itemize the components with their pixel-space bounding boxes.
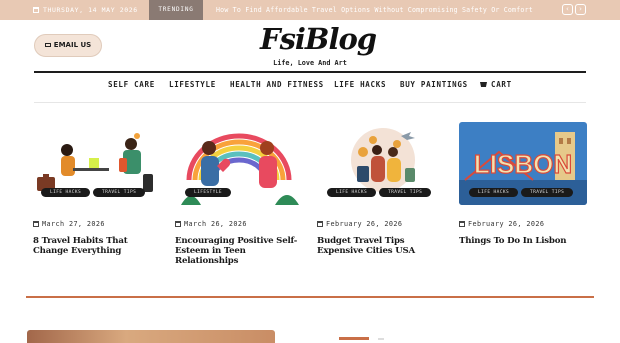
nav-divider: [34, 102, 586, 103]
nav-item-lifestyle[interactable]: LIFESTYLE: [169, 80, 216, 89]
nav-item-buy-paintings[interactable]: BUY PAINTINGS: [400, 80, 468, 89]
current-date: THURSDAY, 14 MAY 2026: [33, 0, 138, 20]
post-title[interactable]: 8 Travel Habits That Change Everything: [33, 236, 161, 256]
ticker-next-button[interactable]: ›: [575, 4, 586, 15]
post-tag[interactable]: LIFE HACKS: [469, 188, 519, 197]
current-date-text: THURSDAY, 14 MAY 2026: [43, 6, 138, 14]
post-title[interactable]: Encouraging Positive Self-Esteem in Teen…: [175, 236, 303, 266]
nav-item-self-care[interactable]: SELF CARE: [108, 80, 155, 89]
post-title[interactable]: Budget Travel Tips Expensive Cities USA: [317, 236, 445, 256]
main-nav: SELF CARE LIFESTYLE HEALTH AND FITNESS L…: [0, 80, 620, 94]
site-tagline: Life, Love And Art: [273, 59, 347, 67]
post-date: February 26, 2026: [459, 220, 587, 228]
post-thumbnail[interactable]: LIFE HACKS TRAVEL TIPS: [317, 122, 445, 205]
post-date: March 27, 2026: [33, 220, 161, 228]
post-thumbnail[interactable]: LIFE HACKS TRAVEL TIPS: [33, 122, 161, 205]
featured-image-partial[interactable]: [27, 330, 275, 343]
lisbon-sign-text: LISBON: [474, 149, 572, 179]
nav-item-cart[interactable]: CART: [480, 80, 512, 89]
post-thumbnail[interactable]: LISBON LIFE HACKS TRAVEL TIPS: [459, 122, 587, 205]
post-thumbnail[interactable]: LIFESTYLE: [175, 122, 303, 205]
calendar-icon: [33, 7, 39, 13]
post-tag[interactable]: TRAVEL TIPS: [379, 188, 432, 197]
section-heading-line: [378, 338, 384, 340]
ticker-prev-button[interactable]: ‹: [562, 4, 573, 15]
post-card[interactable]: LIFE HACKS TRAVEL TIPS March 27, 2026 8 …: [33, 122, 161, 256]
top-bar: THURSDAY, 14 MAY 2026 TRENDING How To Fi…: [0, 0, 620, 20]
calendar-icon: [33, 221, 39, 227]
mail-icon: [44, 43, 51, 47]
post-date-text: February 26, 2026: [326, 220, 403, 228]
post-tag[interactable]: LIFE HACKS: [327, 188, 377, 197]
post-date: February 26, 2026: [317, 220, 445, 228]
post-title[interactable]: Things To Do In Lisbon: [459, 236, 587, 246]
post-tag[interactable]: TRAVEL TIPS: [93, 188, 146, 197]
trending-label: TRENDING: [149, 0, 203, 20]
nav-item-health-and-fitness[interactable]: HEALTH AND FITNESS: [230, 80, 324, 89]
calendar-icon: [459, 221, 465, 227]
post-card[interactable]: LIFE HACKS TRAVEL TIPS February 26, 2026…: [317, 122, 445, 256]
trending-headline[interactable]: How To Find Affordable Travel Options Wi…: [216, 0, 533, 20]
header-divider: [34, 71, 586, 73]
email-us-label: EMAIL US: [53, 41, 92, 49]
nav-item-life-hacks[interactable]: LIFE HACKS: [334, 80, 386, 89]
calendar-icon: [175, 221, 181, 227]
post-tag[interactable]: TRAVEL TIPS: [521, 188, 574, 197]
site-logo[interactable]: FsiBlog: [260, 22, 377, 56]
cart-label: CART: [491, 80, 512, 89]
post-date-text: March 27, 2026: [42, 220, 105, 228]
email-us-button[interactable]: EMAIL US: [34, 34, 102, 57]
section-divider: [26, 296, 594, 298]
post-tag[interactable]: LIFE HACKS: [41, 188, 91, 197]
post-tag[interactable]: LIFESTYLE: [185, 188, 231, 197]
section-heading-accent: [339, 337, 369, 340]
post-date-text: March 26, 2026: [184, 220, 247, 228]
post-card[interactable]: LIFESTYLE March 26, 2026 Encouraging Pos…: [175, 122, 303, 266]
post-card[interactable]: LISBON LIFE HACKS TRAVEL TIPS February 2…: [459, 122, 587, 246]
cart-icon: [480, 82, 487, 87]
post-date: March 26, 2026: [175, 220, 303, 228]
calendar-icon: [317, 221, 323, 227]
post-date-text: February 26, 2026: [468, 220, 545, 228]
